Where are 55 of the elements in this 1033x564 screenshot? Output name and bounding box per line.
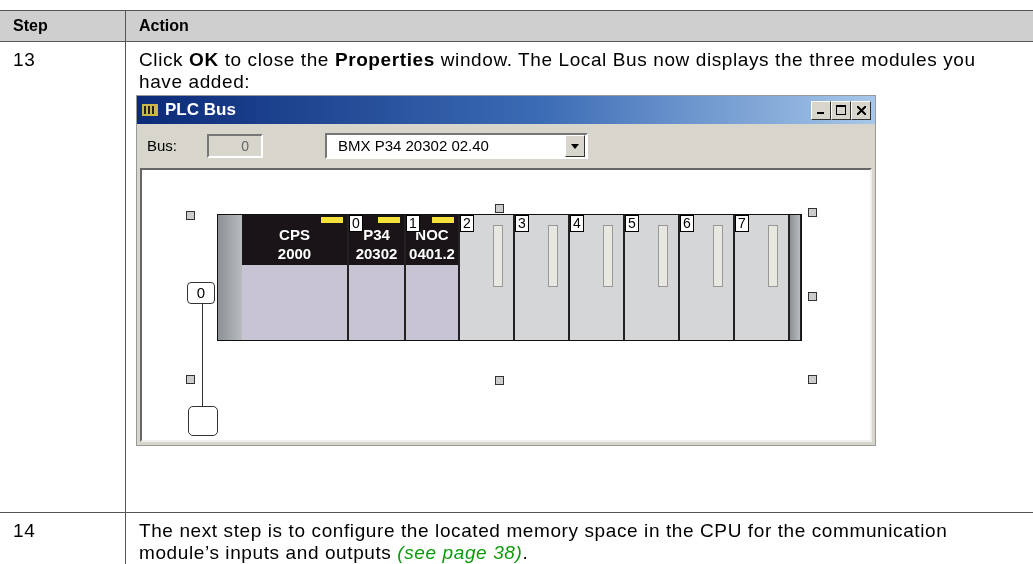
selection-handle[interactable]	[186, 375, 195, 384]
bus-end-node[interactable]	[188, 406, 218, 436]
rack-module[interactable]: P34 20302 0	[349, 215, 404, 340]
module-dropdown[interactable]: BMX P34 20302 02.40	[325, 133, 588, 159]
rack-module[interactable]: 7	[735, 215, 788, 340]
slot-number: 0	[349, 215, 363, 232]
rack-module[interactable]: 3	[515, 215, 568, 340]
selection-handle[interactable]	[808, 208, 817, 217]
rack-module[interactable]: 6	[680, 215, 733, 340]
rack-icon	[141, 103, 159, 117]
step-description: Click OK to close the Properties window. The Local Bus now displays the three modules you have added:	[139, 49, 977, 93]
column-header: Step	[0, 11, 125, 41]
slot-number: 2	[460, 215, 474, 232]
step-number: 13	[13, 49, 36, 70]
step-description: The next step is to configure the located memory space in the CPU for the communication module’s inputs and outputs (see page 38).	[139, 520, 949, 564]
slot-number: 3	[515, 215, 529, 232]
caret-icon	[565, 135, 585, 157]
rack-module[interactable]: 2	[460, 215, 513, 340]
window-title: PLC Bus	[165, 99, 236, 121]
rack-module[interactable]: NOC 0401.2 1	[406, 215, 458, 340]
slot-number: 4	[570, 215, 584, 232]
slot-number: 6	[680, 215, 694, 232]
rack[interactable]: CPS 2000 P34 20302 0 NOC 0401.2 1 2 3 4 5 6 7	[217, 214, 802, 341]
connector-strip	[658, 225, 668, 287]
minimize-button[interactable]	[811, 100, 831, 120]
rack-module[interactable]: 5	[625, 215, 678, 340]
selection-handle[interactable]	[495, 204, 504, 213]
connector-strip	[713, 225, 723, 287]
connector-strip	[493, 225, 503, 287]
slot-number: 1	[406, 215, 420, 232]
maximize-icon	[836, 105, 846, 115]
rack-module[interactable]: 4	[570, 215, 623, 340]
rack-module[interactable]: CPS 2000	[242, 215, 347, 340]
connector-strip	[768, 225, 778, 287]
close-icon	[856, 105, 866, 115]
status-strip	[378, 217, 400, 223]
connector-strip	[548, 225, 558, 287]
step-number: 14	[13, 520, 36, 541]
selection-handle[interactable]	[808, 375, 817, 384]
bus-field[interactable]: 0	[207, 134, 263, 158]
connector-strip	[603, 225, 613, 287]
close-button[interactable]	[851, 100, 871, 120]
slot-number: 5	[625, 215, 639, 232]
module-label: CPS 2000	[277, 225, 312, 264]
slot-number: 7	[735, 215, 749, 232]
status-strip	[432, 217, 454, 223]
selection-handle[interactable]	[495, 376, 504, 385]
status-strip	[321, 217, 343, 223]
selection-handle[interactable]	[186, 211, 195, 220]
bus-label: Bus:	[147, 136, 178, 156]
maximize-button[interactable]	[831, 100, 851, 120]
column-header: Action	[125, 11, 1033, 41]
rack-node[interactable]: 0	[187, 282, 215, 304]
selection-handle[interactable]	[808, 292, 817, 301]
page-link[interactable]: (see page 38)	[397, 542, 523, 563]
